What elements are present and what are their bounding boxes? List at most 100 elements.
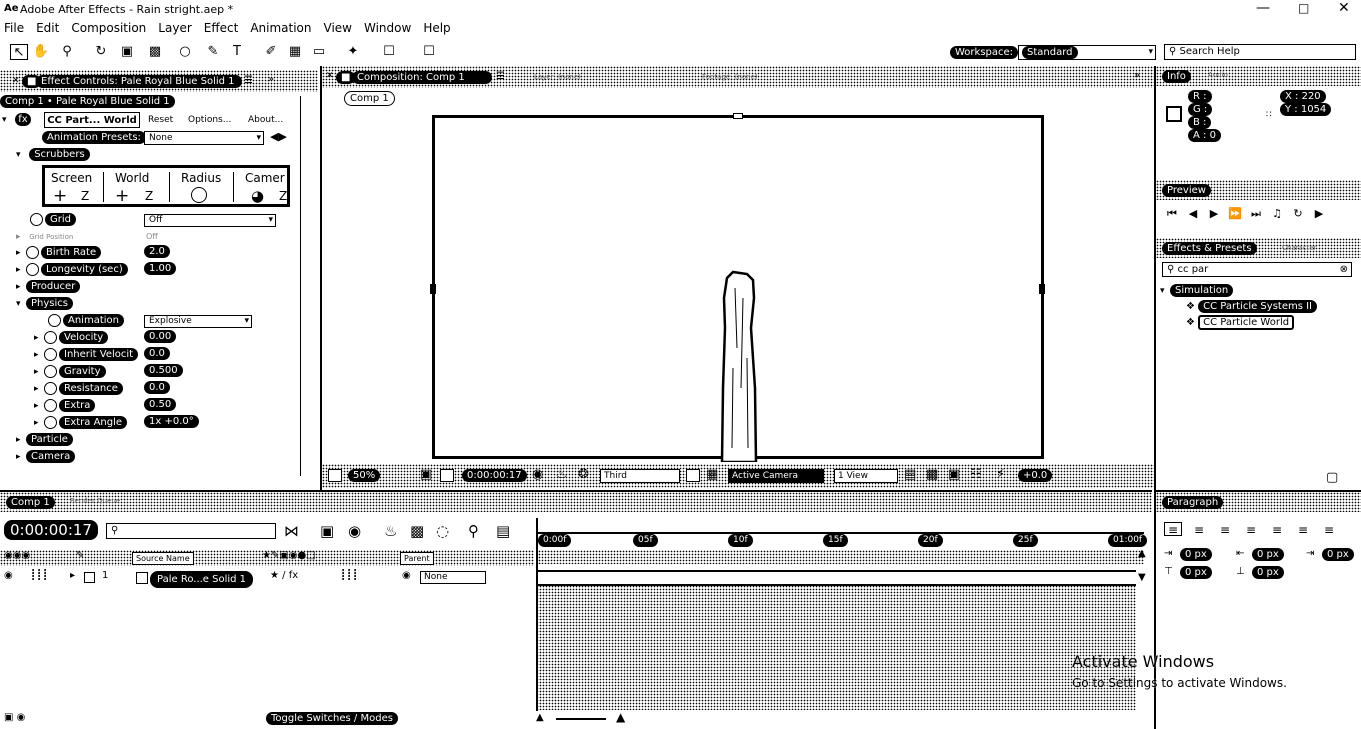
maximize-icon[interactable]: □ [1298, 1, 1309, 15]
tab-paragraph[interactable]: Paragraph [1162, 496, 1224, 509]
layer-name[interactable]: Pale Ro...e Solid 1 [150, 571, 254, 588]
effect-item[interactable]: ❖ CC Particle Systems II [1186, 300, 1318, 313]
motion-blur-icon[interactable]: ▩ [410, 522, 424, 540]
world-move-icon[interactable]: + [115, 186, 129, 206]
extra-angle-value[interactable]: 1x +0.0° [144, 415, 199, 428]
indent-left-value[interactable]: 0 px [1180, 548, 1212, 561]
toolbar-option2-icon[interactable]: ☐ [420, 44, 438, 60]
tab-menu-icon[interactable]: ☰ [496, 71, 505, 82]
justify-right-icon[interactable]: ≡ [1294, 523, 1312, 537]
selection-tool-icon[interactable]: ↖ [10, 44, 28, 60]
search-help-input[interactable]: ⚲ Search Help [1164, 44, 1356, 60]
color-channel-icon[interactable]: ❂ [578, 467, 589, 482]
menu-effect[interactable]: Effect [204, 21, 239, 35]
space-before-value[interactable]: 0 px [1180, 566, 1212, 579]
exposure-value[interactable]: +0.0 [1018, 469, 1053, 482]
close-icon[interactable]: ✕ [1338, 0, 1350, 16]
layer-switches-toggle-icon[interactable]: ▣ ◉ [4, 712, 25, 723]
mask-visibility-icon[interactable] [440, 469, 454, 482]
zoom-in-icon[interactable]: ▲ [616, 710, 625, 724]
effects-category[interactable]: ▾ Simulation [1160, 284, 1234, 297]
tab-composition[interactable]: Composition: Comp 1 [352, 71, 492, 84]
camera-orbit-icon[interactable]: ◕ [251, 187, 264, 205]
resistance-value[interactable]: 0.0 [144, 381, 170, 394]
camera-z-label[interactable]: Z [279, 189, 287, 203]
tab-effect-controls[interactable]: Effect Controls: Pale Royal Blue Solid 1 [36, 75, 242, 88]
graph-editor-icon[interactable]: ◌ [436, 522, 449, 540]
panel-menu-icon[interactable]: » [1134, 70, 1140, 81]
justify-all-icon[interactable]: ≡ [1320, 523, 1338, 537]
col-source-name[interactable]: Source Name [132, 552, 194, 565]
snapshot-icon[interactable]: ◉ [532, 467, 543, 482]
timeline-icon[interactable]: ▣ [948, 467, 960, 482]
align-right-icon[interactable]: ≡ [1216, 523, 1234, 537]
animation-dropdown[interactable]: Explosive ▾ [144, 315, 252, 328]
justify-left-icon[interactable]: ≡ [1242, 523, 1260, 537]
grid-guide-icon[interactable]: ▣ [420, 467, 432, 482]
tab-character[interactable]: Character [1282, 244, 1317, 252]
clone-stamp-tool-icon[interactable]: ▦ [286, 44, 304, 60]
expand-triangle-icon[interactable]: ▸ [16, 449, 26, 465]
effect-controls-scrollbar[interactable] [300, 96, 316, 476]
layer-row[interactable]: ◉ ┋┋┋ ▸ 1 Pale Ro...e Solid 1 ★ / fx ┋┋┋… [0, 570, 534, 588]
tab-effects-presets[interactable]: Effects & Presets [1162, 242, 1257, 255]
menu-window[interactable]: Window [364, 21, 411, 35]
region-of-interest-icon[interactable] [686, 469, 700, 482]
timeline-timecode[interactable]: 0:00:00:17 [4, 520, 98, 540]
inherit-velocity-value[interactable]: 0.0 [144, 347, 170, 360]
menu-animation[interactable]: Animation [250, 21, 311, 35]
transparency-grid-icon[interactable]: ▦ [706, 467, 718, 482]
frame-handle-right[interactable] [1039, 284, 1045, 294]
tab-menu-icon[interactable]: ☰ [244, 75, 253, 86]
expand-triangle-icon[interactable]: ▸ [16, 432, 26, 448]
clear-search-icon[interactable]: ⊗ [1340, 263, 1348, 276]
comp-mini-flowchart-icon[interactable]: ⋈ [284, 522, 299, 540]
next-frame-icon[interactable]: ⏩ [1227, 207, 1243, 221]
time-ruler[interactable]: 0:00f 05f 10f 15f 20f 25f 01:00f [538, 534, 1148, 548]
layer-bar-area[interactable] [536, 570, 1136, 710]
pan-behind-tool-icon[interactable]: ▩ [146, 44, 164, 60]
layer-label-color[interactable] [84, 572, 95, 583]
first-frame-icon[interactable]: ⏮ [1164, 207, 1180, 221]
rotate-tool-icon[interactable]: ↻ [92, 44, 110, 60]
comp-viewer-canvas[interactable] [430, 113, 1045, 462]
tab-info[interactable]: Info [1162, 70, 1191, 83]
reset-exposure-icon[interactable]: ⚡ [996, 467, 1005, 482]
about-link[interactable]: About... [248, 112, 283, 128]
expand-triangle-icon[interactable]: ▸ [34, 364, 44, 380]
audio-icon[interactable]: ♫ [1269, 207, 1285, 221]
zoom-slider[interactable] [556, 718, 606, 720]
fx-toggle-icon[interactable]: fx [15, 113, 31, 126]
collapse-triangle-icon[interactable]: ▾ [16, 147, 26, 163]
expand-triangle-icon[interactable]: ▸ [34, 415, 44, 431]
effects-search-input[interactable]: ⚲ cc par ⊗ [1162, 262, 1352, 277]
toolbar-option-icon[interactable]: ☐ [380, 44, 398, 60]
radius-circle-icon[interactable] [191, 187, 207, 203]
comp-flowchart-icon[interactable]: ☷ [970, 467, 982, 482]
world-z-label[interactable]: Z [145, 189, 153, 203]
stopwatch-icon[interactable] [44, 364, 57, 378]
layer-switches-icon[interactable]: ★ / fx [270, 570, 298, 581]
timeline-search-input[interactable]: ⚲ [106, 523, 276, 539]
expand-triangle-icon[interactable]: ▸ [70, 570, 75, 581]
mask-tool-icon[interactable]: ○ [176, 44, 194, 60]
pen-tool-icon[interactable]: ✎ [204, 44, 222, 60]
align-center-icon[interactable]: ≡ [1190, 523, 1208, 537]
stopwatch-icon[interactable] [44, 330, 57, 344]
zoom-tool-icon[interactable]: ⚲ [58, 44, 76, 60]
indent-first-value[interactable]: 0 px [1322, 548, 1354, 561]
fast-previews-icon[interactable]: ▩ [926, 467, 938, 482]
show-snapshot-icon[interactable]: ♨ [556, 467, 568, 482]
stopwatch-icon[interactable] [48, 313, 61, 327]
play-icon[interactable]: ▶ [1206, 207, 1222, 221]
hide-shy-icon[interactable]: ◉ [348, 522, 361, 540]
align-left-icon[interactable]: ≡ [1164, 522, 1182, 537]
tab-layer[interactable]: Layer: (none) [534, 73, 581, 81]
stopwatch-icon[interactable] [44, 415, 57, 429]
brainstorm-icon[interactable]: ⚲ [468, 522, 479, 540]
justify-center-icon[interactable]: ≡ [1268, 523, 1286, 537]
menu-help[interactable]: Help [423, 21, 450, 35]
velocity-value[interactable]: 0.00 [144, 330, 177, 343]
tab-render-queue[interactable]: Render Queue [70, 497, 120, 505]
current-time-display[interactable]: 0:00:00:17 [462, 469, 527, 482]
